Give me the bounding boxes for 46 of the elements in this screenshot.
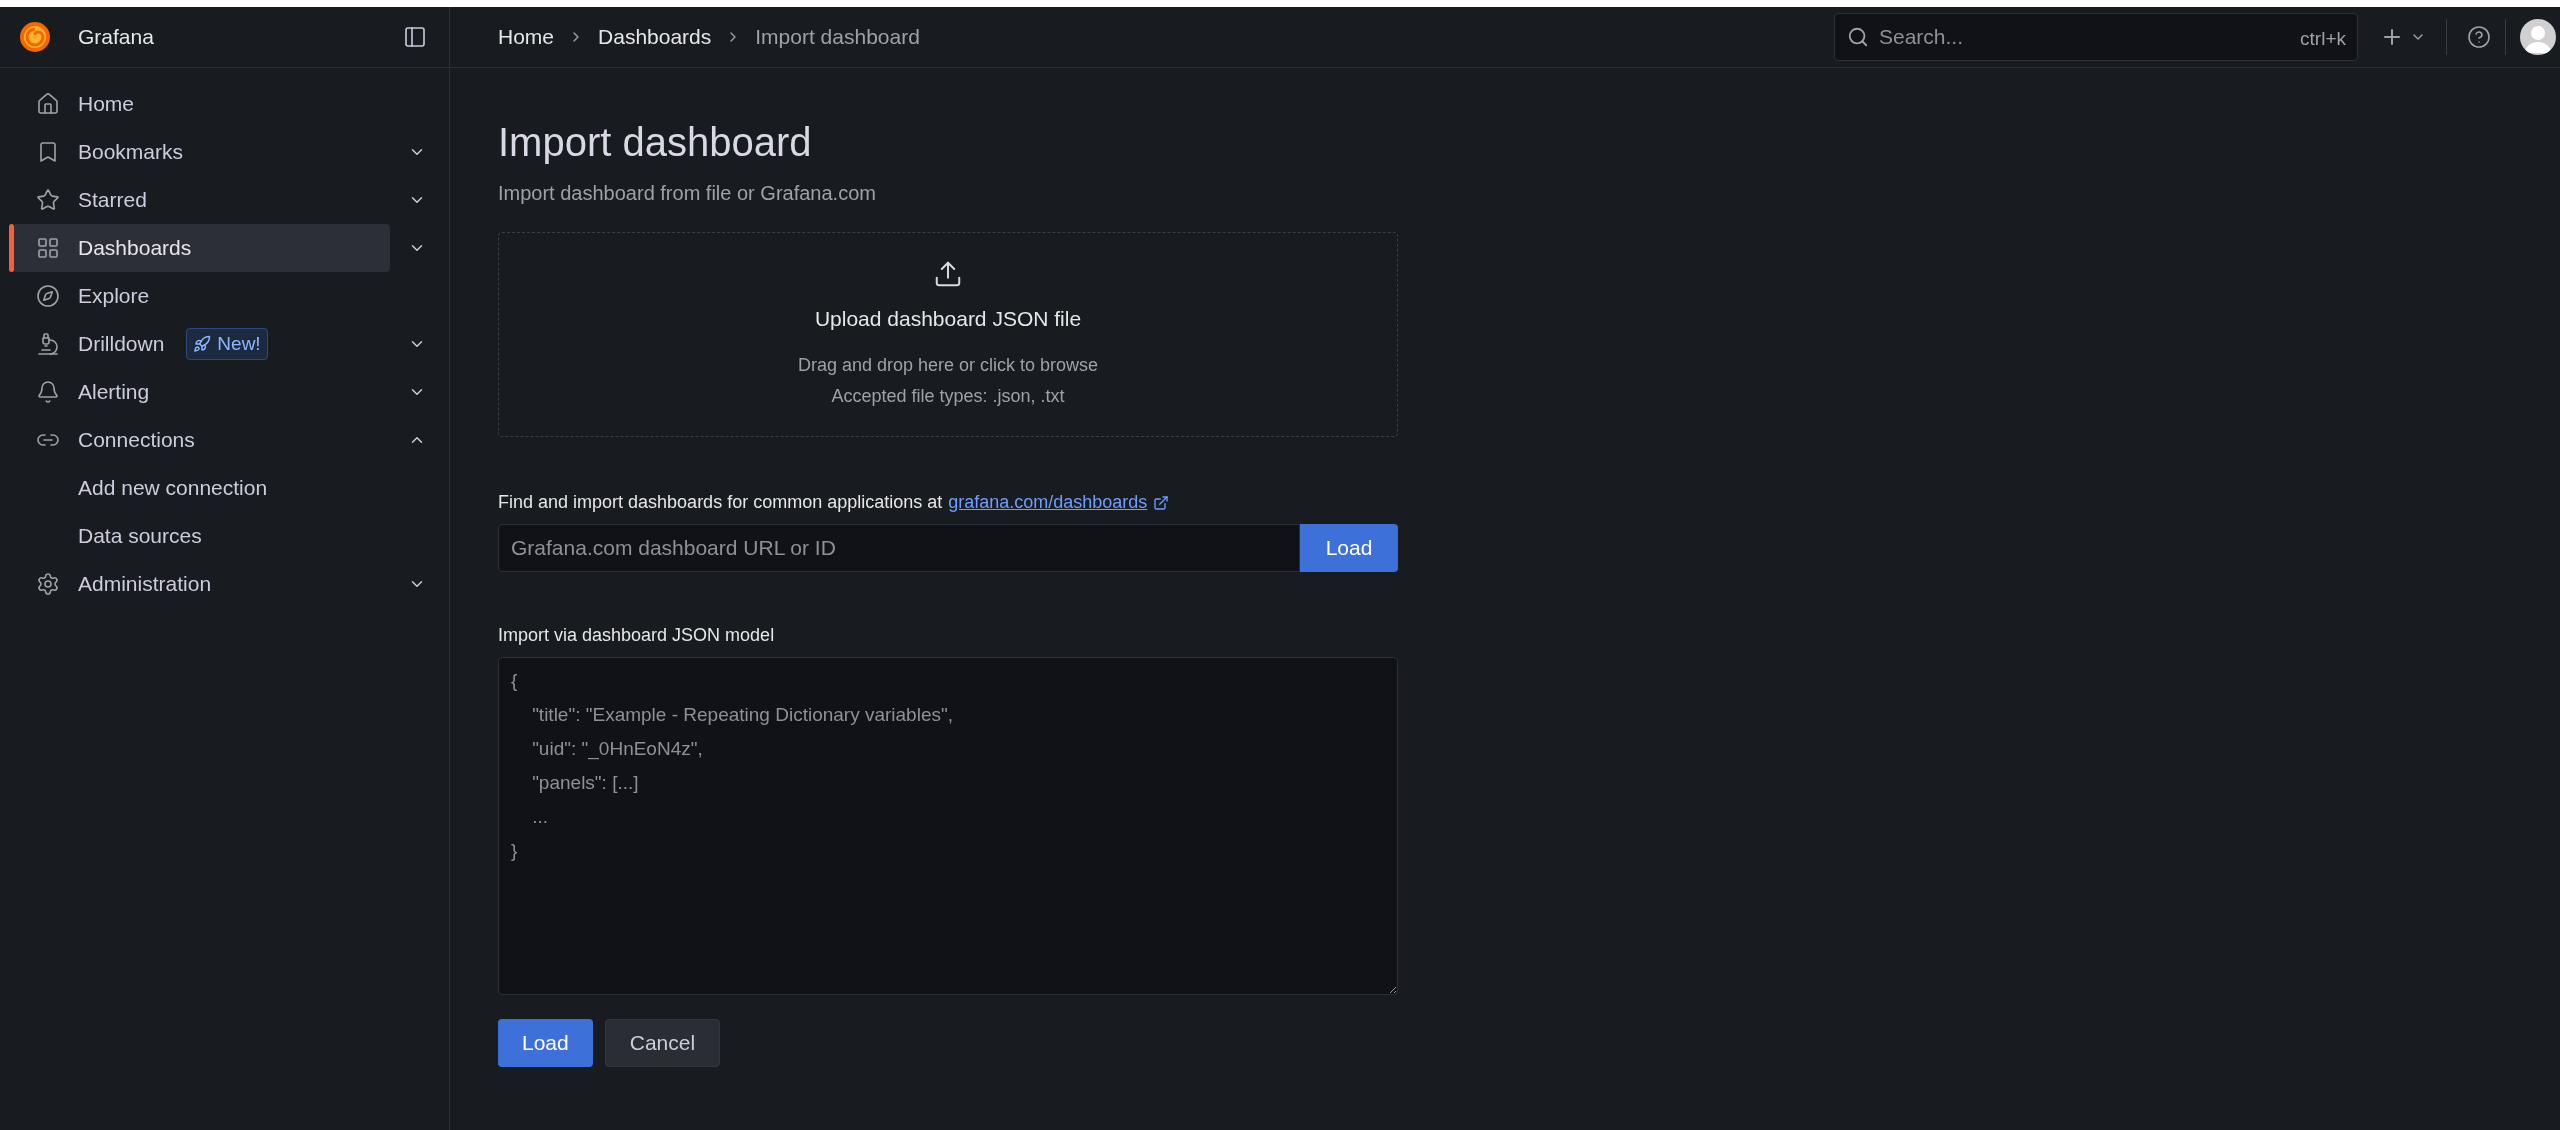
field-label: Import via dashboard JSON model (498, 624, 776, 647)
nav-icon (36, 380, 60, 404)
sidebar-item[interactable]: Home (12, 80, 390, 128)
sidebar-item[interactable]: Explore (12, 272, 390, 320)
shortcut-hint: ctrl+k (2300, 27, 2346, 51)
upload-title: Upload dashboard JSON file (814, 305, 1082, 332)
sidebar-item[interactable]: Connections (12, 416, 390, 464)
active-indicator (9, 224, 14, 272)
nav-icon (36, 284, 60, 308)
page-title: Import dashboard (498, 119, 813, 166)
nav-icon (36, 572, 60, 596)
file-types-hint: Accepted file types: .json, .txt (831, 385, 1065, 409)
upload-dropzone[interactable]: Upload dashboard JSON file Drag and drop here or click to browse Accepted file types: .json, .txt (498, 232, 1398, 437)
json-textarea[interactable]: { "title": "Example - Repeating Dictionary variables", "uid": "_0HnEoN4z", "panels": [...] ... } (498, 657, 1398, 995)
breadcrumb-link[interactable]: Import dashboard (755, 21, 920, 53)
sidebar-item[interactable]: Administration (12, 560, 390, 608)
nav-icon (36, 188, 60, 212)
breadcrumb-link[interactable]: Home (498, 21, 555, 53)
breadcrumb-link[interactable]: Dashboards (598, 21, 712, 53)
load-button[interactable]: Load (498, 1019, 593, 1067)
sidebar-item[interactable]: Alerting (12, 368, 390, 416)
help-button[interactable] (2467, 25, 2491, 49)
rocket-icon (193, 335, 212, 353)
sidebar-item[interactable]: Bookmarks (12, 128, 390, 176)
page-subtitle: Import dashboard from file or Grafana.com (498, 181, 877, 206)
new-badge: New! (186, 327, 268, 361)
sidebar-item[interactable]: Dashboards (12, 224, 390, 272)
nav-icon (36, 236, 60, 260)
dock-menu-button[interactable] (403, 25, 427, 49)
sidebar-subitem[interactable]: Data sources (12, 512, 390, 560)
logo-icon (17, 19, 53, 55)
field-label: Find and import dashboards for common applications at (498, 491, 943, 514)
search-icon (1847, 26, 1869, 48)
upload-hint: Drag and drop here or click to browse (797, 354, 1099, 378)
grafana-dashboards-link[interactable]: grafana.com/dashboards (948, 489, 1148, 516)
brand-name: Grafana (78, 24, 155, 51)
sidebar-subitem[interactable]: Add new connection (12, 464, 390, 512)
nav-icon (36, 332, 60, 356)
sidebar-item[interactable]: Drilldown New! (12, 320, 390, 368)
sidebar-item[interactable]: Starred (12, 176, 390, 224)
avatar-button[interactable] (2520, 19, 2556, 55)
cancel-button[interactable]: Cancel (604, 1019, 721, 1067)
url-input-field[interactable]: Grafana.com dashboard URL or ID (498, 524, 1300, 572)
external-link-icon (1153, 494, 1170, 511)
load-button[interactable]: Load (1300, 524, 1398, 572)
nav-icon (36, 92, 60, 116)
